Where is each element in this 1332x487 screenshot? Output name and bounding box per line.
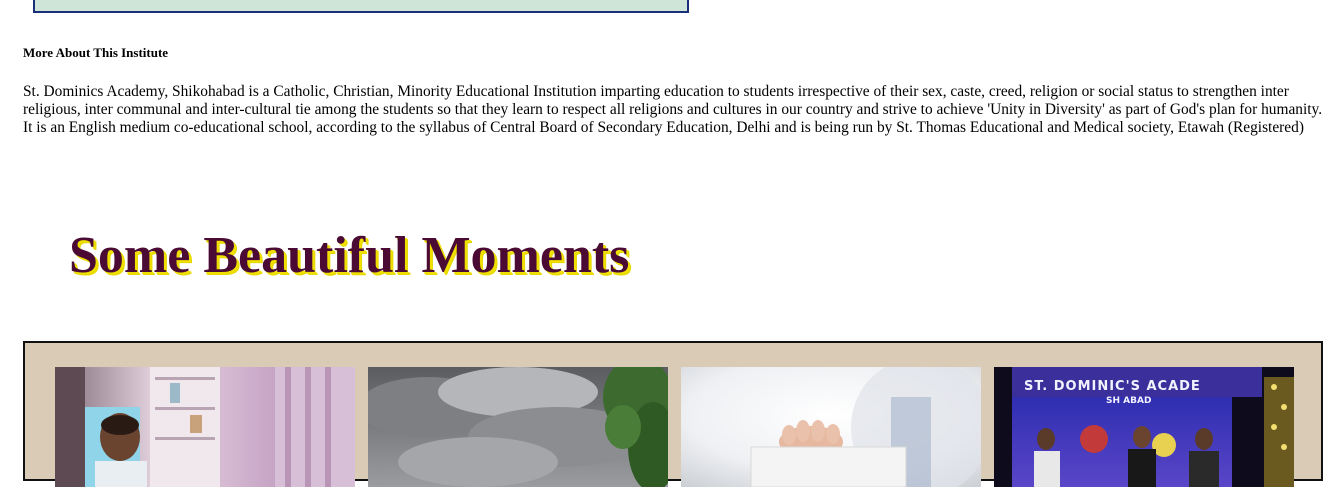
gallery-item-sky[interactable] [368, 367, 668, 487]
moments-title: Some Beautiful Moments [69, 227, 630, 284]
gallery-item-card[interactable] [681, 367, 981, 487]
hand-holding-card-photo [681, 367, 981, 487]
gallery-item-principal[interactable] [55, 367, 355, 487]
about-paragraph: St. Dominics Academy, Shikohabad is a Ca… [23, 83, 1323, 136]
stage-banner-text: ST. DOMINIC'S ACADE [1024, 379, 1201, 394]
gallery-item-stage[interactable]: ST. DOMINIC'S ACADE SH ABAD [994, 367, 1294, 487]
about-heading: More About This Institute [23, 45, 169, 60]
principal-office-photo [55, 367, 355, 487]
stage-banner-subtext: SH ABAD [1106, 396, 1152, 406]
cloudy-sky-photo [368, 367, 668, 487]
photo-gallery: ST. DOMINIC'S ACADE SH ABAD [23, 341, 1323, 487]
top-content-box [33, 0, 689, 13]
